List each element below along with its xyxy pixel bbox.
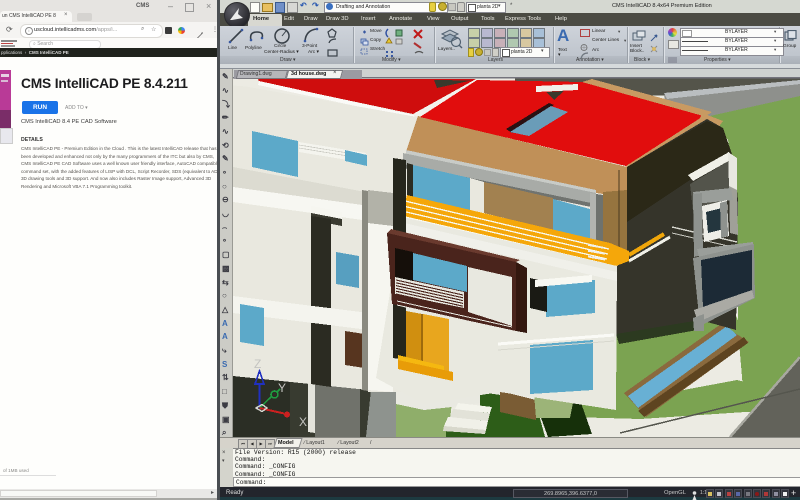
svg-text:X: X [299, 415, 307, 429]
svg-text:Y: Y [278, 381, 286, 395]
svg-text:Z: Z [254, 357, 261, 371]
